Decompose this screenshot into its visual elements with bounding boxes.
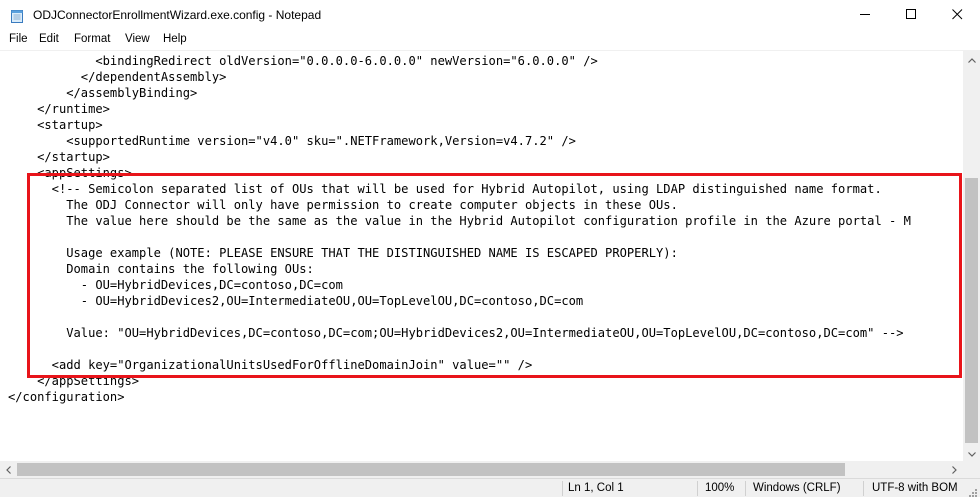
scrollbar-corner xyxy=(963,461,980,478)
menu-view[interactable]: View xyxy=(125,33,150,45)
menu-edit[interactable]: Edit xyxy=(39,33,59,45)
chevron-left-icon xyxy=(6,461,11,479)
window-title: ODJConnectorEnrollmentWizard.exe.config … xyxy=(33,8,322,22)
chevron-up-icon xyxy=(967,50,976,68)
scroll-right-button[interactable] xyxy=(946,461,963,478)
status-bar: Ln 1, Col 1 100% Windows (CRLF) UTF-8 wi… xyxy=(0,478,980,497)
code-line: <bindingRedirect oldVersion="0.0.0.0-6.0… xyxy=(8,54,598,68)
code-line: <supportedRuntime version="v4.0" sku=".N… xyxy=(8,134,576,148)
code-line: </assemblyBinding> xyxy=(8,86,198,100)
title-bar[interactable]: ODJConnectorEnrollmentWizard.exe.config … xyxy=(0,0,980,31)
code-line: </startup> xyxy=(8,150,110,164)
minimize-button[interactable] xyxy=(842,0,888,31)
menu-file[interactable]: File xyxy=(9,33,28,45)
maximize-button[interactable] xyxy=(888,0,934,31)
vertical-scrollbar[interactable] xyxy=(963,50,980,461)
minimize-icon xyxy=(859,7,871,25)
menu-bar: File Edit Format View Help xyxy=(0,31,980,50)
code-line: </dependentAssembly> xyxy=(8,70,227,84)
code-line: </configuration> xyxy=(8,390,125,404)
scroll-up-button[interactable] xyxy=(963,50,980,67)
menu-help[interactable]: Help xyxy=(163,33,187,45)
zoom-level: 100% xyxy=(705,482,735,494)
code-line: <startup> xyxy=(8,118,103,132)
annotation-highlight-box xyxy=(27,173,962,378)
status-separator xyxy=(863,481,864,496)
encoding: UTF-8 with BOM xyxy=(872,482,958,494)
horizontal-scroll-thumb[interactable] xyxy=(17,463,845,476)
close-button[interactable] xyxy=(934,0,980,31)
scroll-left-button[interactable] xyxy=(0,461,17,478)
chevron-right-icon xyxy=(952,461,957,479)
line-ending: Windows (CRLF) xyxy=(753,482,841,494)
menu-format[interactable]: Format xyxy=(74,33,110,45)
scroll-down-button[interactable] xyxy=(963,444,980,461)
cursor-position: Ln 1, Col 1 xyxy=(568,482,624,494)
notepad-icon xyxy=(10,9,24,23)
resize-grip-icon[interactable] xyxy=(968,485,978,497)
text-editor[interactable]: <bindingRedirect oldVersion="0.0.0.0-6.0… xyxy=(0,50,963,462)
close-icon xyxy=(951,7,963,25)
code-line: </runtime> xyxy=(8,102,110,116)
notepad-window: ODJConnectorEnrollmentWizard.exe.config … xyxy=(0,0,980,497)
maximize-icon xyxy=(905,7,917,25)
vertical-scroll-thumb[interactable] xyxy=(965,178,978,443)
status-separator xyxy=(562,481,563,496)
chevron-down-icon xyxy=(967,444,976,462)
horizontal-scrollbar[interactable] xyxy=(0,461,963,478)
status-separator xyxy=(745,481,746,496)
status-separator xyxy=(697,481,698,496)
